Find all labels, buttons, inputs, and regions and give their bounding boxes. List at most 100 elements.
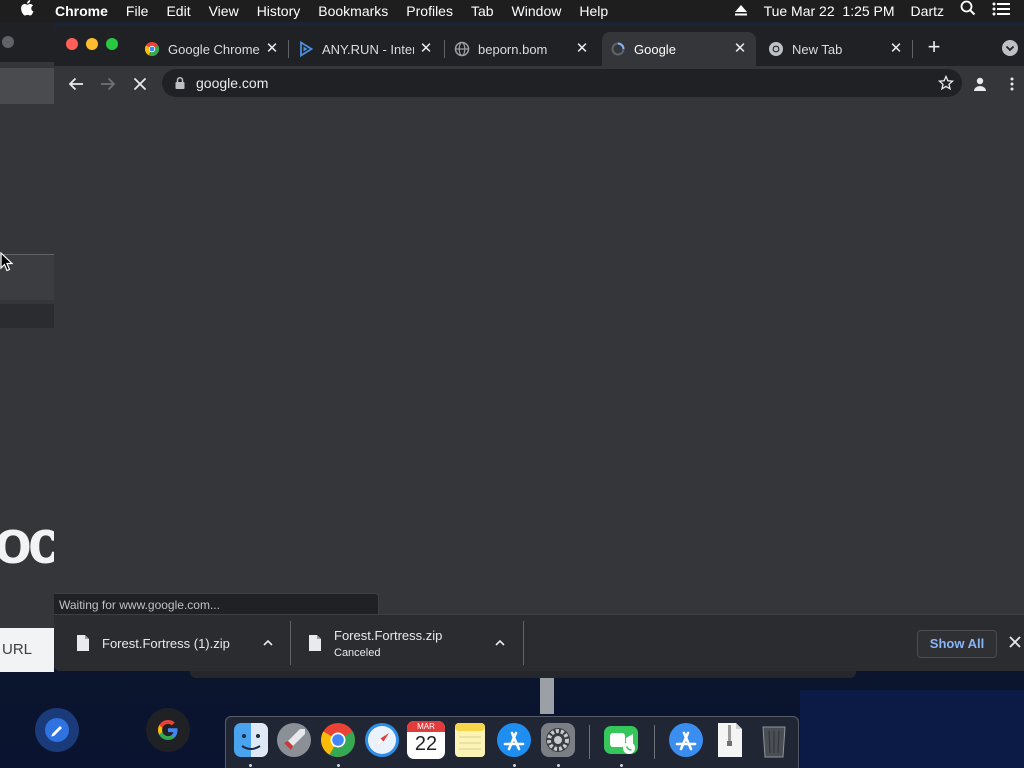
dock-separator — [654, 725, 655, 759]
running-indicator — [513, 764, 516, 767]
background-window-bar — [0, 304, 54, 328]
minimize-window-button[interactable] — [86, 38, 98, 50]
download-filename: Forest.Fortress (1).zip — [102, 635, 230, 651]
spotlight-search-icon[interactable] — [952, 0, 984, 22]
menu-tab[interactable]: Tab — [462, 0, 503, 22]
tab-close-icon[interactable]: ✕ — [732, 41, 748, 57]
chrome-icon — [769, 42, 783, 56]
back-arrow-icon[interactable] — [64, 72, 88, 96]
tab-google-active[interactable]: Google ✕ — [602, 32, 756, 66]
zoom-window-button[interactable] — [106, 38, 118, 50]
tab-title: New Tab — [792, 41, 843, 57]
tab-close-icon[interactable]: ✕ — [888, 41, 904, 57]
page-viewport[interactable] — [54, 102, 1024, 616]
background-window[interactable]: oc URL — [0, 22, 54, 672]
dock-separator — [589, 725, 590, 759]
notification-center-icon[interactable] — [984, 0, 1024, 22]
zip-file-icon[interactable] — [711, 721, 749, 759]
menu-app-name[interactable]: Chrome — [46, 0, 117, 22]
tab-separator — [288, 40, 289, 58]
tab-strip: Google Chrome ✕ ANY.RUN - Interactive ✕ … — [54, 26, 1024, 66]
menu-window[interactable]: Window — [503, 0, 571, 22]
chrome-window: Google Chrome ✕ ANY.RUN - Interactive ✕ … — [54, 26, 1024, 671]
calendar-day: 22 — [414, 733, 438, 755]
loading-spinner-icon — [611, 42, 625, 56]
tab-separator — [912, 40, 913, 58]
apple-menu-icon[interactable] — [0, 0, 46, 23]
eject-icon[interactable] — [726, 0, 756, 22]
tab-close-icon[interactable]: ✕ — [264, 41, 280, 57]
file-icon — [77, 635, 89, 651]
download-status: Canceled — [334, 646, 381, 659]
mouse-cursor-icon — [0, 252, 14, 272]
tab-title: beporn.bom — [478, 41, 548, 57]
chevron-up-icon[interactable] — [260, 635, 276, 651]
chrome-dock-icon[interactable] — [319, 721, 357, 759]
menu-kebab-icon[interactable] — [1000, 72, 1024, 96]
menu-help[interactable]: Help — [570, 0, 617, 22]
menu-bookmarks[interactable]: Bookmarks — [309, 0, 397, 22]
desktop-google-shortcut[interactable] — [146, 708, 190, 752]
forward-arrow-icon[interactable] — [96, 72, 120, 96]
tab-anyrun[interactable]: ANY.RUN - Interactive ✕ — [290, 32, 442, 66]
wallpaper-element — [540, 678, 554, 714]
wallpaper-accent — [800, 690, 1024, 768]
pencil-icon — [45, 718, 69, 742]
running-indicator — [620, 764, 623, 767]
notes-icon[interactable] — [451, 721, 489, 759]
url-field-fragment[interactable]: URL — [0, 628, 54, 672]
facetime-icon[interactable] — [602, 721, 640, 759]
stop-loading-icon[interactable] — [128, 72, 152, 96]
tab-beporn[interactable]: beporn.bom ✕ — [446, 32, 598, 66]
download-item[interactable]: Forest.Fortress (1).zip — [54, 621, 290, 665]
running-indicator — [249, 764, 252, 767]
download-separator — [523, 621, 524, 665]
safari-compass-icon[interactable] — [363, 721, 401, 759]
calendar-icon[interactable]: MAR 22 — [407, 721, 445, 759]
address-bar[interactable]: google.com — [162, 69, 962, 97]
tab-separator — [444, 40, 445, 58]
tab-close-icon[interactable]: ✕ — [574, 41, 590, 57]
address-bar-url[interactable]: google.com — [196, 75, 268, 91]
menu-file[interactable]: File — [117, 0, 158, 22]
anyrun-icon — [300, 41, 314, 57]
new-tab-plus-icon[interactable]: + — [922, 36, 946, 59]
chevron-up-icon[interactable] — [492, 635, 508, 651]
globe-icon — [454, 41, 470, 57]
menu-user[interactable]: Dartz — [903, 0, 952, 22]
menu-profiles[interactable]: Profiles — [397, 0, 462, 22]
status-bubble: Waiting for www.google.com... — [54, 593, 379, 615]
desktop-mail-shortcut[interactable] — [35, 708, 79, 752]
finder-icon[interactable] — [232, 721, 270, 759]
show-all-button[interactable]: Show All — [917, 630, 997, 658]
file-icon — [309, 635, 321, 651]
calendar-month: MAR — [407, 721, 445, 732]
tab-search-chevron-icon[interactable] — [1002, 40, 1018, 56]
download-item[interactable]: Forest.Fortress.zip Canceled — [286, 621, 522, 665]
tab-title: Google — [634, 41, 676, 57]
tab-google-chrome[interactable]: Google Chrome ✕ — [136, 32, 288, 66]
menu-view[interactable]: View — [200, 0, 248, 22]
trash-icon[interactable] — [755, 721, 793, 759]
background-window-close-dot[interactable] — [2, 36, 14, 48]
menu-edit[interactable]: Edit — [157, 0, 199, 22]
tab-close-icon[interactable]: ✕ — [418, 41, 434, 57]
macos-dock: MAR 22 — [225, 716, 799, 768]
app-store-icon[interactable] — [495, 721, 533, 759]
lock-icon[interactable] — [172, 75, 188, 91]
bookmark-star-icon[interactable] — [938, 75, 954, 91]
system-preferences-gear-icon[interactable] — [539, 721, 577, 759]
menu-history[interactable]: History — [248, 0, 310, 22]
launchpad-rocket-icon[interactable] — [275, 721, 313, 759]
running-indicator — [337, 764, 340, 767]
menu-clock[interactable]: Tue Mar 22 1:25 PM — [756, 0, 903, 22]
downloads-app-store-icon[interactable] — [667, 721, 705, 759]
close-window-button[interactable] — [66, 38, 78, 50]
tab-title: Google Chrome — [168, 41, 260, 57]
close-download-shelf-icon[interactable] — [1007, 634, 1023, 650]
tab-new-tab[interactable]: New Tab ✕ — [760, 32, 912, 66]
menu-bar-extras: Tue Mar 22 1:25 PM Dartz — [726, 0, 1024, 22]
download-shelf: Forest.Fortress (1).zip Forest.Fortress.… — [54, 614, 1024, 671]
background-window-header — [0, 68, 54, 104]
profile-avatar-icon[interactable] — [968, 72, 992, 96]
